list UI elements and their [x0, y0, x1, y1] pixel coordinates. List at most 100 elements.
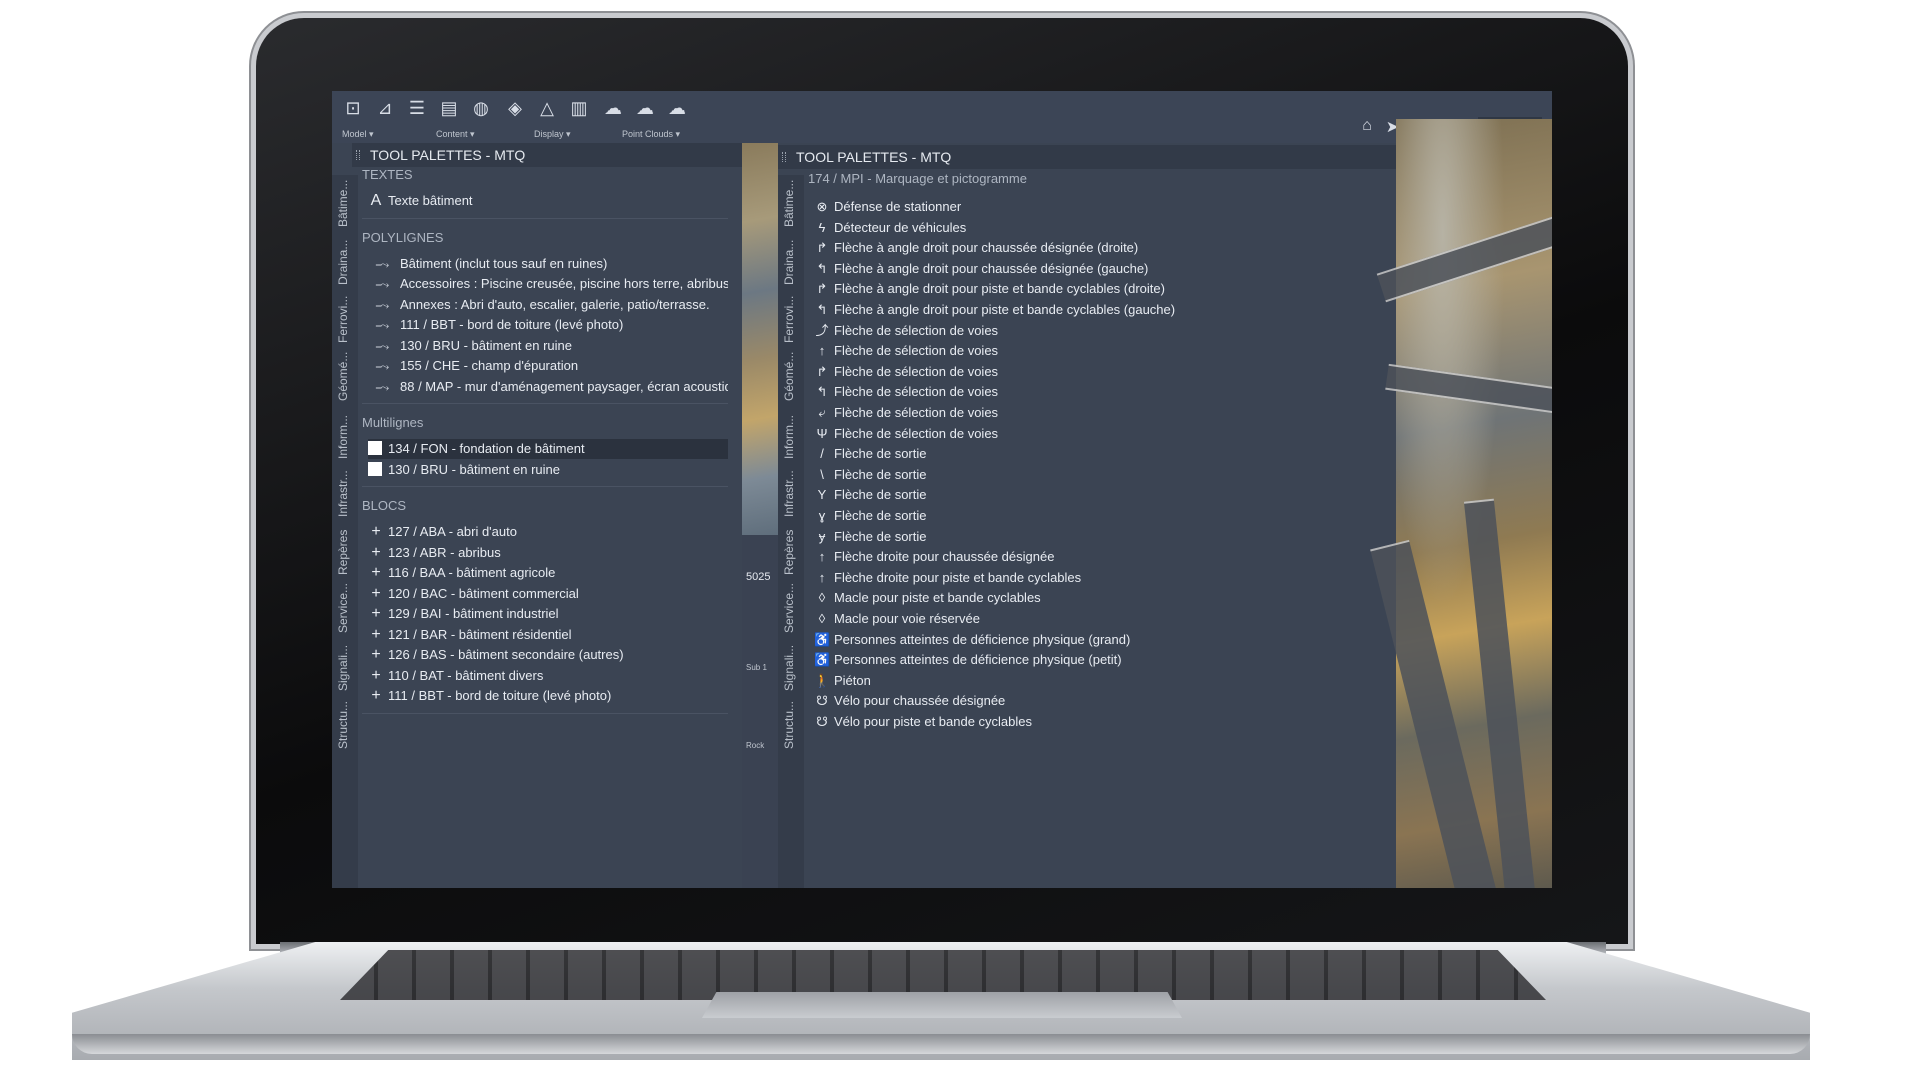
- palette-tool-label: Flèche de sortie: [834, 487, 927, 503]
- palette-tab[interactable]: Draina...: [332, 233, 358, 287]
- view-tool-icon[interactable]: ⌂: [1362, 117, 1372, 137]
- palette-tab[interactable]: Géomé...: [332, 349, 358, 403]
- content-globe-icon[interactable]: ◍: [470, 97, 492, 119]
- palette-tab[interactable]: Structu...: [332, 697, 358, 751]
- drag-grip-icon[interactable]: [356, 150, 360, 160]
- palette-tool-item[interactable]: ↱ Flèche à angle droit pour piste et band…: [814, 279, 1382, 299]
- no-parking-icon: ⊗: [816, 199, 828, 214]
- palette-tool-item[interactable]: ⊗ Défense de stationner: [814, 197, 1382, 217]
- polyline-tool-icon: ⎯⤳: [375, 320, 389, 332]
- palette-tool-item[interactable]: +116 / BAA - bâtiment agricole: [368, 563, 728, 583]
- palette-tab[interactable]: Repères: [332, 523, 358, 577]
- palette-tool-item[interactable]: ◊ Macle pour piste et bande cyclables: [814, 588, 1382, 608]
- palette-tool-item[interactable]: ⤴ Flèche de sélection de voies: [814, 321, 1382, 341]
- palette-tool-label: Texte bâtiment: [388, 193, 473, 208]
- display-triangle-icon[interactable]: △: [536, 97, 558, 119]
- palette-tab-label: Ferrovi...: [336, 295, 350, 343]
- palette-tool-item[interactable]: ♿ Personnes atteintes de déficience physi…: [814, 630, 1382, 650]
- palette-tab[interactable]: Inform...: [332, 407, 358, 461]
- palette-tool-item[interactable]: +120 / BAC - bâtiment commercial: [368, 584, 728, 604]
- palette-tool-label: Flèche à angle droit pour chaussée désig…: [834, 240, 1139, 256]
- palette-tool-item[interactable]: ☋ Vélo pour chaussée désignée: [814, 691, 1382, 711]
- palette-tool-item[interactable]: ⎯⤳ Annexes : Abri d'auto, escalier, galer…: [368, 295, 728, 315]
- palette-tool-item[interactable]: ↱ Flèche de sélection de voies: [814, 362, 1382, 382]
- palette-tab[interactable]: Signali...: [332, 639, 358, 693]
- model-edit-icon[interactable]: ⊿: [374, 97, 396, 119]
- palette-tool-item[interactable]: ↰ Flèche à angle droit pour piste et band…: [814, 300, 1382, 320]
- palette-tool-item[interactable]: 134 / FON - fondation de bâtiment: [368, 439, 728, 459]
- palette-tab[interactable]: Structu...: [778, 697, 804, 751]
- palette-tool-item[interactable]: 🚶 Piéton: [814, 671, 1382, 691]
- palette-tool-item[interactable]: +110 / BAT - bâtiment divers: [368, 666, 728, 686]
- arrow-right-turn-icon: ↱: [816, 240, 828, 256]
- palette-tool-item[interactable]: Y Flèche de sortie: [814, 485, 1382, 505]
- palette-tool-item[interactable]: ↑ Flèche droite pour piste et bande cycla…: [814, 568, 1382, 588]
- palette-tool-item[interactable]: ⎯⤳ 88 / MAP - mur d'aménagement paysager,…: [368, 377, 728, 397]
- viewport-right-aerial[interactable]: [1370, 119, 1552, 888]
- palette-tool-item[interactable]: A Texte bâtiment: [368, 191, 728, 211]
- exit-arrow-icon: \: [820, 466, 824, 482]
- pointcloud-edit-icon[interactable]: ☁: [634, 97, 656, 119]
- palette-tool-item[interactable]: ⎯⤳ 155 / CHE - champ d'épuration: [368, 356, 728, 376]
- palette-tool-item[interactable]: ◊ Macle pour voie réservée: [814, 609, 1382, 629]
- palette-tool-item[interactable]: / Flèche de sortie: [814, 444, 1382, 464]
- palette-tab[interactable]: Infrastr...: [332, 465, 358, 519]
- ribbon-group-label-pointclouds[interactable]: Point Clouds ▾: [622, 129, 680, 140]
- palette-tab[interactable]: Inform...: [778, 407, 804, 461]
- ribbon-group-label-display[interactable]: Display ▾: [534, 129, 571, 140]
- palette-tool-item[interactable]: ♿ Personnes atteintes de déficience physi…: [814, 650, 1382, 670]
- palette-tool-item[interactable]: +121 / BAR - bâtiment résidentiel: [368, 625, 728, 645]
- palette-tool-item[interactable]: ɏ Flèche de sortie: [814, 527, 1382, 547]
- palette-tool-item[interactable]: Ψ Flèche de sélection de voies: [814, 424, 1382, 444]
- palette-tab[interactable]: Signali...: [778, 639, 804, 693]
- palette-tab[interactable]: Géomé...: [778, 349, 804, 403]
- palette-header-right[interactable]: TOOL PALETTES - MTQ: [778, 145, 1396, 169]
- palette-tool-item[interactable]: ϟ Détecteur de véhicules: [814, 218, 1382, 238]
- palette-tab[interactable]: Ferrovi...: [332, 291, 358, 345]
- pointcloud-icon[interactable]: ☁: [602, 97, 624, 119]
- palette-tool-item[interactable]: +126 / BAS - bâtiment secondaire (autres…: [368, 645, 728, 665]
- palette-tool-item[interactable]: +111 / BBT - bord de toiture (levé photo…: [368, 686, 728, 706]
- ribbon-group-label-content[interactable]: Content ▾: [436, 129, 475, 140]
- drag-grip-icon[interactable]: [782, 152, 786, 162]
- palette-tool-item[interactable]: ⎯⤳ 130 / BRU - bâtiment en ruine: [368, 336, 728, 356]
- layers-stack-icon[interactable]: ☰: [406, 97, 428, 119]
- tool-palette-right: TOOL PALETTES - MTQ Bâtime... Draina... Fe…: [778, 143, 1396, 888]
- palette-tool-item[interactable]: ↱ Flèche à angle droit pour chaussée dési…: [814, 238, 1382, 258]
- palette-tab-label: Service...: [336, 582, 350, 633]
- pointcloud-hide-icon[interactable]: ☁: [666, 97, 688, 119]
- palette-tab[interactable]: Draina...: [778, 233, 804, 287]
- palette-tool-item[interactable]: ɣ Flèche de sortie: [814, 506, 1382, 526]
- display-layers-icon[interactable]: ◈: [504, 97, 526, 119]
- ribbon-group-label-model[interactable]: Model ▾: [342, 129, 374, 140]
- palette-tool-item[interactable]: ↰ Flèche à angle droit pour chaussée dési…: [814, 259, 1382, 279]
- palette-tool-item[interactable]: ⎯⤳ Accessoires : Piscine creusée, piscine…: [368, 274, 728, 294]
- display-list-icon[interactable]: ▥: [568, 97, 590, 119]
- content-list-icon[interactable]: ▤: [438, 97, 460, 119]
- palette-tool-item[interactable]: ☋ Vélo pour piste et bande cyclables: [814, 712, 1382, 732]
- model-view-icon[interactable]: ⊡: [342, 97, 364, 119]
- palette-tab[interactable]: Service...: [778, 581, 804, 635]
- palette-tool-item[interactable]: ↑ Flèche droite pour chaussée désignée: [814, 547, 1382, 567]
- palette-tool-item[interactable]: ↑ Flèche de sélection de voies: [814, 341, 1382, 361]
- palette-tab[interactable]: Ferrovi...: [778, 291, 804, 345]
- palette-tool-item[interactable]: +129 / BAI - bâtiment industriel: [368, 604, 728, 624]
- palette-tool-item[interactable]: ↰ Flèche de sélection de voies: [814, 382, 1382, 402]
- palette-tab-label: Inform...: [782, 414, 796, 459]
- palette-tool-item[interactable]: +123 / ABR - abribus: [368, 543, 728, 563]
- block-insert-icon: +: [371, 687, 381, 704]
- palette-tab[interactable]: Repères: [778, 523, 804, 577]
- palette-tab[interactable]: Bâtime...: [332, 175, 358, 229]
- palette-tool-item[interactable]: 130 / BRU - bâtiment en ruine: [368, 460, 728, 480]
- palette-tab[interactable]: Service...: [332, 581, 358, 635]
- palette-tab-label: Bâtime...: [782, 179, 796, 227]
- palette-tab[interactable]: Bâtime...: [778, 175, 804, 229]
- palette-tool-label: Flèche de sortie: [834, 466, 927, 482]
- palette-tool-item[interactable]: \ Flèche de sortie: [814, 465, 1382, 485]
- palette-tab[interactable]: Infrastr...: [778, 465, 804, 519]
- palette-header-left[interactable]: TOOL PALETTES - MTQ: [352, 143, 742, 167]
- palette-tool-item[interactable]: +127 / ABA - abri d'auto: [368, 522, 728, 542]
- palette-tool-item[interactable]: ⎯⤳ Bâtiment (inclut tous sauf en ruines): [368, 254, 728, 274]
- palette-tool-item[interactable]: ⤶ Flèche de sélection de voies: [814, 403, 1382, 423]
- palette-tool-item[interactable]: ⎯⤳ 111 / BBT - bord de toiture (levé phot…: [368, 315, 728, 335]
